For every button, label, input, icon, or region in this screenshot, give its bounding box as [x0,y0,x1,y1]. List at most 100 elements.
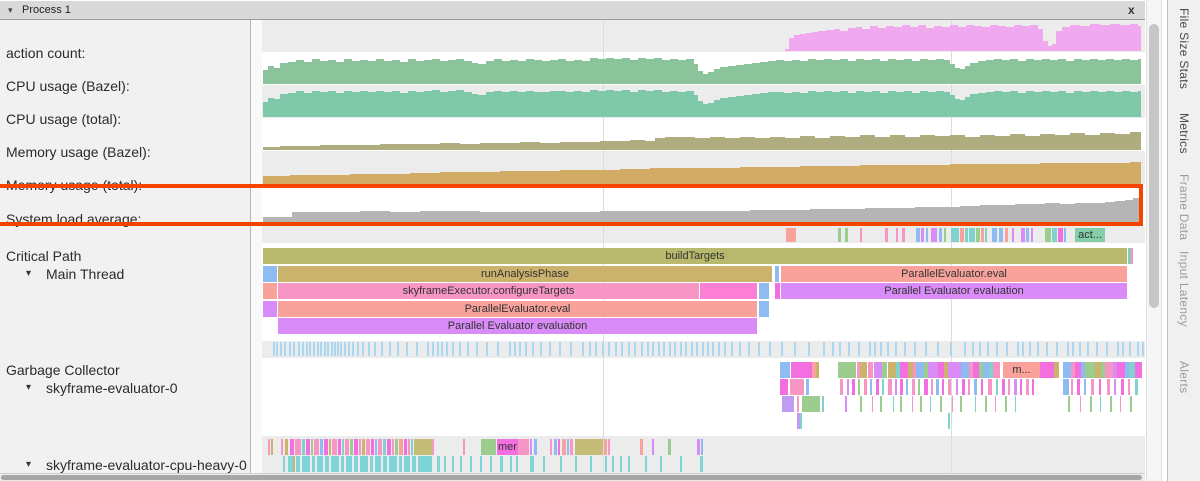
trace-slice[interactable] [408,439,410,455]
trace-slice[interactable] [500,456,503,472]
gc-event-tick[interactable] [509,342,511,356]
gc-event-tick[interactable] [374,342,376,356]
trace-slice[interactable] [858,379,860,395]
trace-slice[interactable] [920,396,922,412]
gc-event-tick[interactable] [337,342,339,356]
gc-event-tick[interactable] [1096,342,1098,356]
trace-slice[interactable] [900,396,902,412]
trace-slice[interactable] [1020,379,1022,395]
gc-event-tick[interactable] [1037,342,1039,356]
trace-slice[interactable] [882,379,884,395]
trace-slice[interactable] [1071,379,1073,395]
trace-slice[interactable] [860,228,862,242]
trace-slice[interactable] [346,456,352,472]
trace-slice[interactable] [780,362,790,378]
trace-slice[interactable] [1090,396,1092,412]
trace-slice[interactable] [1135,379,1138,395]
trace-slice[interactable] [1021,228,1025,242]
counter-chart[interactable] [262,118,1145,150]
trace-slice[interactable] [1107,379,1110,395]
trace-slice[interactable] [268,439,270,455]
trace-slice[interactable] [293,456,295,472]
gc-event-tick[interactable] [987,342,989,356]
gc-event-tick[interactable] [823,342,825,356]
trace-slice[interactable] [1031,228,1033,242]
trace-slice[interactable] [999,228,1003,242]
gc-event-tick[interactable] [317,342,319,356]
trace-slice[interactable] [575,439,603,455]
gc-event-tick[interactable] [293,342,295,356]
gc-event-tick[interactable] [324,342,326,356]
trace-slice[interactable] [1117,362,1125,378]
trace-slice[interactable] [962,379,965,395]
gc-event-tick[interactable] [1129,342,1131,356]
counter-chart[interactable] [262,52,1145,84]
gc-event-tick[interactable] [280,342,282,356]
gc-event-tick[interactable] [724,342,726,356]
trace-slice[interactable] [370,456,373,472]
gc-event-tick[interactable] [476,342,478,356]
trace-slice[interactable] [802,396,820,412]
gc-event-tick[interactable] [1122,342,1124,356]
trace-slice[interactable] [404,456,410,472]
trace-slice[interactable] [800,413,802,429]
trace-slice[interactable] [845,228,848,242]
trace-slice[interactable] [329,439,331,455]
trace-slice[interactable] [418,456,432,472]
trace-slice[interactable] [680,456,682,472]
gc-event-tick[interactable] [1006,342,1008,356]
trace-slice[interactable] [375,439,377,455]
trace-slice[interactable] [916,362,924,378]
trace-slice[interactable] [902,228,905,242]
trace-slice[interactable] [882,362,887,378]
trace-slice[interactable]: buildTargets [263,248,1127,264]
trace-slice[interactable] [1091,379,1094,395]
trace-slice[interactable] [806,379,809,395]
trace-slice[interactable] [985,396,987,412]
gc-event-tick[interactable] [344,342,346,356]
trace-slice[interactable] [864,379,867,395]
trace-slice[interactable] [936,379,939,395]
trace-slice[interactable] [1077,379,1080,395]
trace-slice[interactable] [444,456,446,472]
gc-event-tick[interactable] [331,342,333,356]
trace-slice[interactable] [961,362,969,378]
trace-slice[interactable] [931,228,937,242]
expand-triangle-icon[interactable]: ▾ [26,459,31,470]
gc-event-tick[interactable] [691,342,693,356]
counter-chart[interactable] [262,185,1145,222]
gc-event-tick[interactable] [327,342,329,356]
trace-slice[interactable] [490,456,492,472]
gc-event-tick[interactable] [582,342,584,356]
trace-slice[interactable] [1114,379,1116,395]
gc-event-tick[interactable] [340,342,342,356]
trace-slice[interactable] [295,439,301,455]
tab-alerts[interactable]: Alerts [1177,361,1191,393]
trace-slice[interactable] [302,456,310,472]
gc-event-tick[interactable] [652,342,654,356]
gc-event-tick[interactable] [1022,342,1024,356]
trace-slice[interactable] [660,456,662,472]
trace-slice[interactable] [928,362,938,378]
trace-slice[interactable] [1080,396,1081,412]
trace-slice[interactable] [847,379,849,395]
gc-event-tick[interactable] [559,342,561,356]
gc-event-tick[interactable] [739,342,741,356]
trace-slice[interactable] [640,439,643,455]
gc-event-tick[interactable] [284,342,286,356]
gc-event-tick[interactable] [658,342,660,356]
trace-slice[interactable] [1064,228,1066,242]
gc-event-tick[interactable] [514,342,516,356]
trace-slice[interactable] [939,228,942,242]
tab-input-latency[interactable]: Input Latency [1177,251,1191,327]
trace-slice[interactable] [575,456,577,472]
trace-slice[interactable] [952,396,953,412]
gc-event-tick[interactable] [602,342,604,356]
trace-slice[interactable] [362,439,365,455]
trace-slice[interactable] [354,456,358,472]
trace-slice[interactable] [780,379,788,395]
trace-slice[interactable] [375,456,381,472]
gc-event-tick[interactable] [869,342,871,356]
trace-slice[interactable] [918,379,920,395]
trace-slice[interactable] [668,439,671,455]
